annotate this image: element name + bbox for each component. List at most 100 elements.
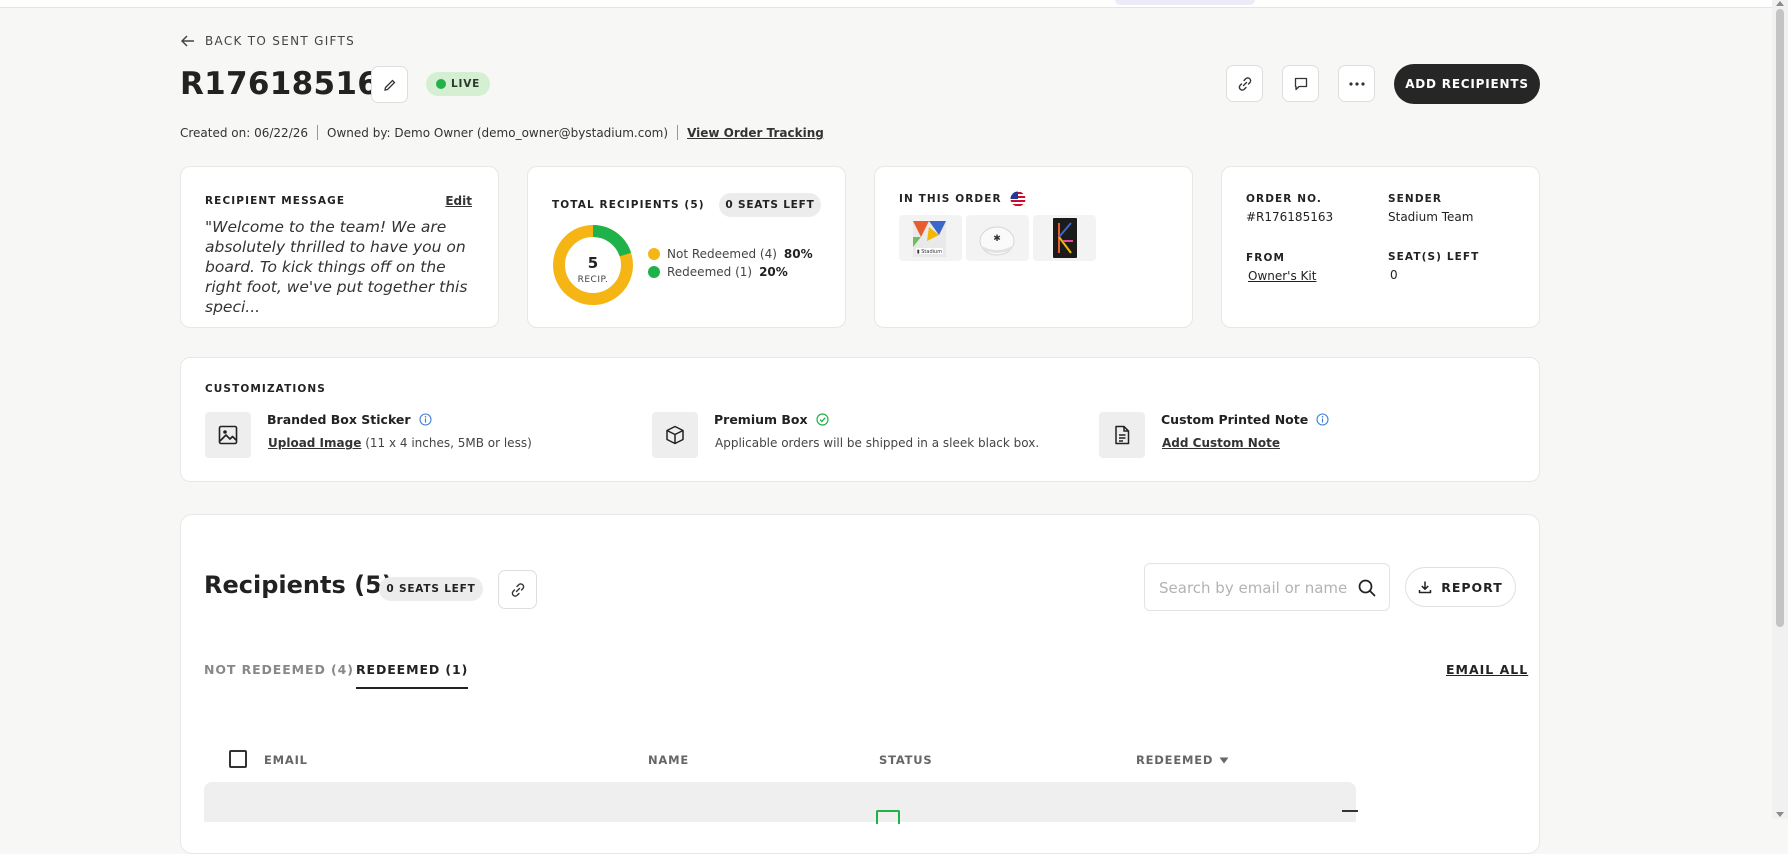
column-header-name[interactable]: NAME — [648, 753, 689, 767]
live-dot-icon — [436, 79, 446, 89]
donut-unit: RECIP. — [578, 275, 609, 285]
search-icon[interactable] — [1358, 579, 1376, 597]
redeemed-header-label: REDEEMED — [1136, 753, 1214, 767]
add-custom-note-link[interactable]: Add Custom Note — [1162, 436, 1280, 450]
branded-box-sticker-title: Branded Box Sticker — [267, 412, 432, 427]
product-thumb-notebook[interactable] — [1033, 215, 1096, 261]
redeemed-label: Redeemed (1) — [667, 265, 753, 279]
legend-not-redeemed: Not Redeemed (4) 80% — [648, 247, 813, 261]
table-row[interactable] — [204, 782, 1358, 824]
not-redeemed-swatch — [648, 248, 660, 260]
not-redeemed-label: Not Redeemed (4) — [667, 247, 777, 261]
custom-printed-note-sub: Add Custom Note — [1162, 436, 1280, 450]
in-this-order-label: IN THIS ORDER — [899, 193, 1002, 205]
premium-box-note: Applicable orders will be shipped in a s… — [715, 436, 1040, 450]
us-flag-icon — [1010, 191, 1026, 207]
email-all-link[interactable]: EMAIL ALL — [1446, 662, 1528, 677]
legend-redeemed: Redeemed (1) 20% — [648, 265, 788, 279]
add-recipients-button[interactable]: ADD RECIPIENTS — [1394, 64, 1540, 104]
link-icon — [1238, 76, 1251, 91]
created-date: Created on: 06/22/26 — [180, 125, 309, 140]
top-bar — [0, 0, 1772, 8]
more-options-button[interactable] — [1338, 65, 1375, 102]
upload-image-link[interactable]: Upload Image — [268, 436, 361, 450]
cap-icon: ✱ — [979, 226, 1015, 256]
back-to-sent-gifts-link[interactable]: BACK TO SENT GIFTS — [181, 34, 355, 48]
comments-button[interactable] — [1282, 65, 1319, 102]
scrollbar-thumb[interactable] — [1776, 9, 1784, 627]
order-no-field: ORDER NO. #R176185163 — [1246, 193, 1333, 224]
page-scrollbar[interactable] — [1772, 0, 1788, 819]
premium-box-label: Premium Box — [714, 412, 808, 427]
scroll-down-icon[interactable] — [1776, 812, 1784, 817]
branded-box-sticker-label: Branded Box Sticker — [267, 412, 411, 427]
scroll-up-icon[interactable] — [1776, 1, 1784, 6]
order-no-value: #R176185163 — [1246, 210, 1334, 224]
total-recipients-label: TOTAL RECIPIENTS (5) — [552, 199, 705, 211]
customizations-label: CUSTOMIZATIONS — [205, 383, 326, 395]
pencil-icon — [383, 79, 395, 91]
not-redeemed-pct: 80% — [783, 247, 813, 261]
recipient-message-text: "Welcome to the team! We are absolutely … — [205, 218, 468, 316]
view-order-tracking-link[interactable]: View Order Tracking — [687, 126, 824, 140]
column-header-redeemed[interactable]: REDEEMED — [1136, 753, 1229, 767]
premium-box-icon-box — [652, 412, 698, 458]
redeemed-pct: 20% — [759, 265, 788, 279]
select-all-checkbox[interactable] — [229, 750, 247, 768]
info-icon[interactable] — [419, 413, 432, 426]
order-title: R176185163 — [180, 66, 401, 102]
sender-field: SENDER Stadium Team — [1388, 193, 1473, 224]
recipients-search[interactable] — [1144, 563, 1390, 611]
order-no-label: ORDER NO. — [1246, 193, 1323, 205]
owners-kit-link[interactable]: Owner's Kit — [1248, 269, 1316, 283]
back-label: BACK TO SENT GIFTS — [205, 34, 356, 48]
search-input[interactable] — [1157, 576, 1351, 600]
product-thumb-tote-bag[interactable]: ▮ Stadium — [899, 215, 962, 261]
document-icon — [1115, 425, 1130, 445]
download-icon — [1418, 581, 1432, 594]
customizations-card: CUSTOMIZATIONS Branded Box Sticker Uploa… — [180, 357, 1540, 482]
status-indicator — [876, 810, 900, 824]
tab-not-redeemed[interactable]: NOT REDEEMED (4) — [204, 662, 354, 687]
seats-left-field: SEAT(S) LEFT 0 — [1388, 251, 1479, 282]
recipients-title: Recipients (5) — [204, 571, 393, 599]
sender-value: Stadium Team — [1388, 210, 1474, 224]
svg-text:✱: ✱ — [993, 234, 1001, 244]
order-meta: Created on: 06/22/26 Owned by: Demo Owne… — [180, 125, 824, 140]
column-header-email[interactable]: EMAIL — [264, 753, 308, 767]
copy-recipients-link-button[interactable] — [498, 570, 537, 609]
info-icon[interactable] — [1316, 413, 1329, 426]
product-thumb-white-cap[interactable]: ✱ — [966, 215, 1029, 261]
order-info-card: ORDER NO. #R176185163 SENDER Stadium Tea… — [1221, 166, 1540, 328]
meta-divider — [317, 125, 319, 140]
seats-left-badge: 0 SEATS LEFT — [719, 193, 821, 217]
report-button[interactable]: REPORT — [1405, 567, 1516, 607]
copy-link-button[interactable] — [1226, 65, 1263, 102]
seats-left-label: SEAT(S) LEFT — [1388, 251, 1480, 263]
recipient-message-card: RECIPIENT MESSAGE Edit "Welcome to the t… — [180, 166, 499, 328]
sort-down-icon[interactable] — [1219, 757, 1229, 764]
image-icon — [218, 425, 238, 445]
owner-info: Owned by: Demo Owner (demo_owner@bystadi… — [327, 125, 669, 140]
in-this-order-header: IN THIS ORDER — [899, 191, 1026, 207]
row-menu-icon[interactable] — [1342, 810, 1358, 812]
total-recipients-card: TOTAL RECIPIENTS (5) 0 SEATS LEFT 5 RECI… — [527, 166, 846, 328]
top-glow — [1115, 0, 1255, 5]
tab-redeemed[interactable]: REDEEMED (1) — [356, 662, 469, 689]
recipient-message-label: RECIPIENT MESSAGE — [205, 195, 346, 207]
report-label: REPORT — [1441, 579, 1503, 595]
redeemed-swatch — [648, 266, 660, 278]
sender-label: SENDER — [1388, 193, 1443, 205]
column-header-status[interactable]: STATUS — [879, 753, 933, 767]
sticker-icon-box — [205, 412, 251, 458]
from-field: FROM Owner's Kit — [1246, 252, 1316, 283]
edit-message-link[interactable]: Edit — [445, 194, 472, 208]
edit-title-button[interactable] — [371, 66, 408, 103]
custom-printed-note-label: Custom Printed Note — [1161, 412, 1309, 427]
recipients-section: Recipients (5) 0 SEATS LEFT REPORT NOT R… — [180, 514, 1540, 854]
notebook-icon — [1053, 218, 1077, 258]
meta-divider — [677, 125, 679, 140]
status-badge: LIVE — [426, 72, 491, 96]
premium-box-title: Premium Box — [714, 412, 829, 427]
tote-bag-icon: ▮ Stadium — [913, 221, 946, 257]
